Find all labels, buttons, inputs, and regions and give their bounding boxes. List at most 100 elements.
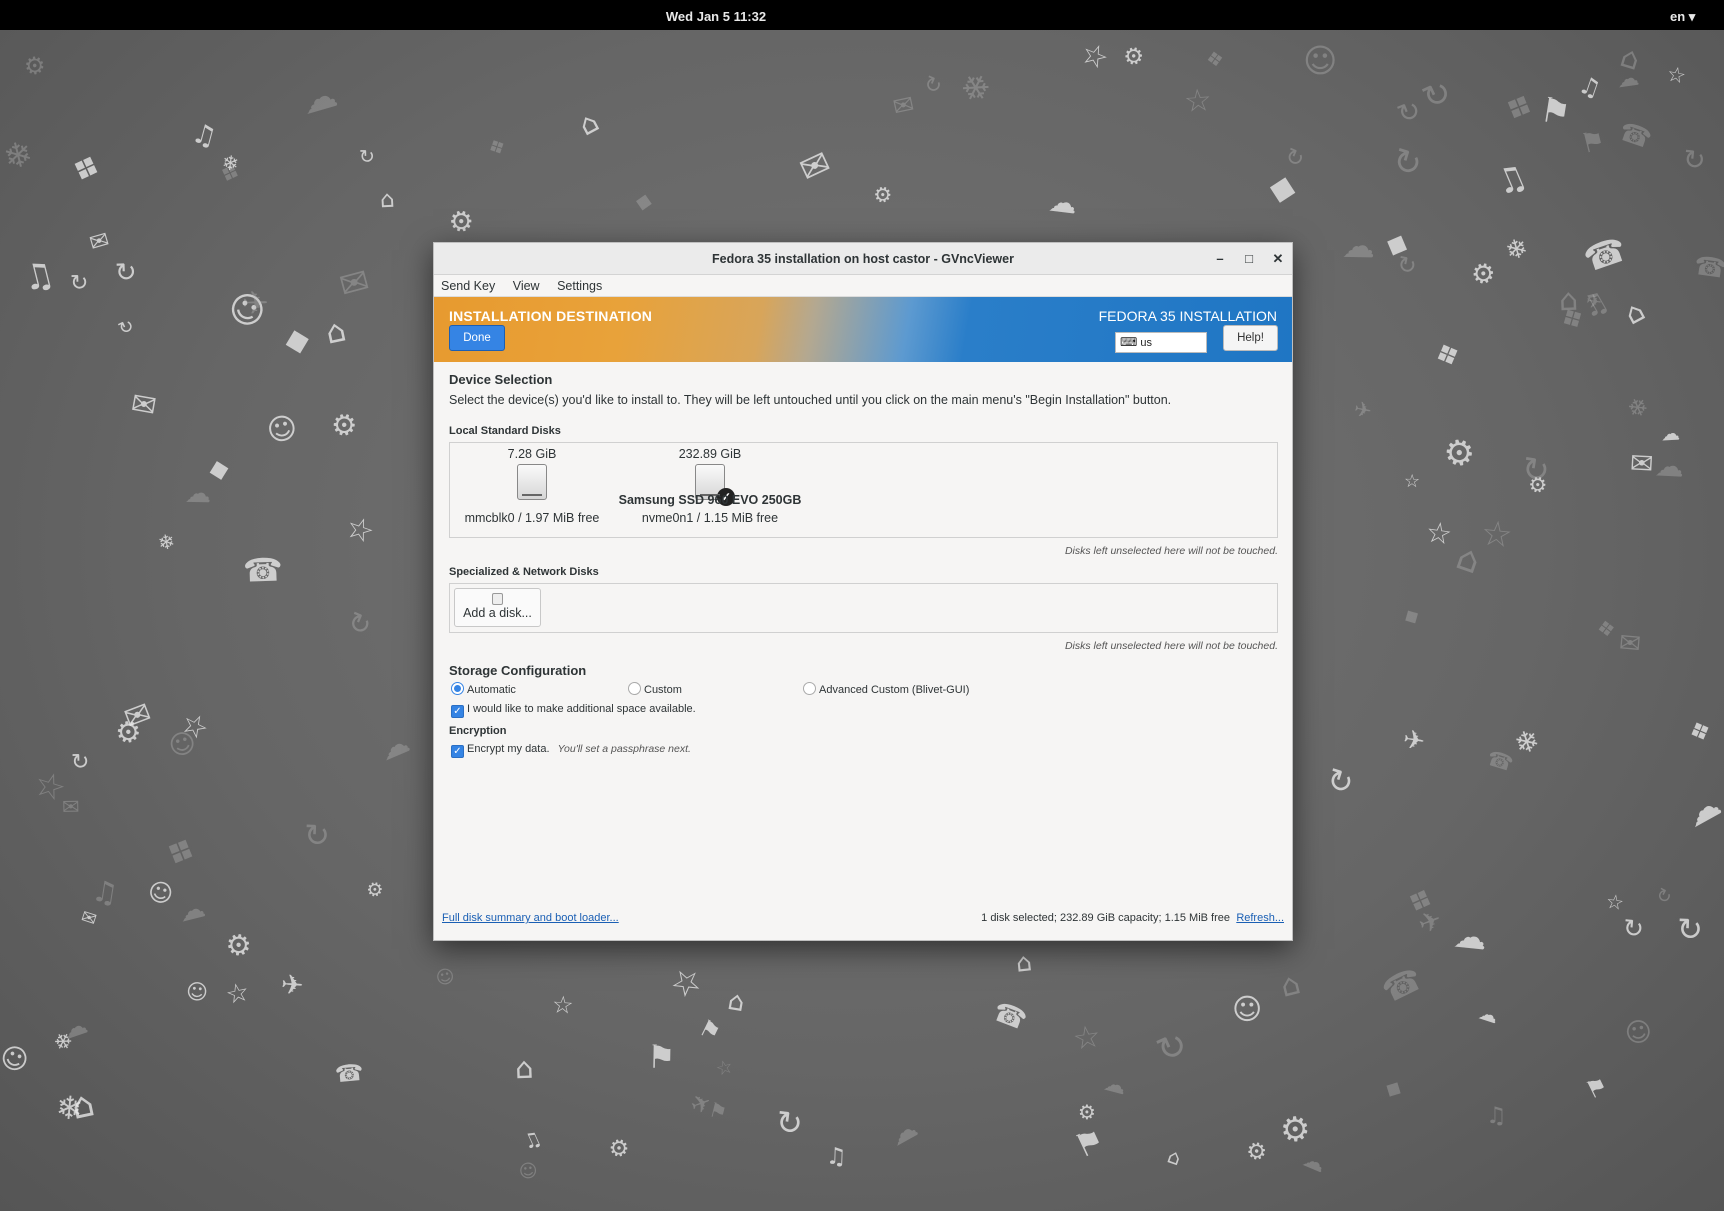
wallpaper-pattern-icon: ⚙ — [1242, 1135, 1272, 1169]
checkbox-label: I would like to make additional space av… — [467, 703, 696, 715]
wallpaper-pattern-icon: ⌂ — [1451, 537, 1486, 583]
wallpaper-pattern-icon: ⌂ — [725, 985, 747, 1019]
wallpaper-pattern-icon: ↻ — [69, 270, 89, 297]
wallpaper-pattern-icon: ☁ — [1476, 1001, 1502, 1029]
refresh-link[interactable]: Refresh... — [1236, 912, 1284, 924]
clock[interactable]: Wed Jan 5 11:32 — [0, 9, 1432, 24]
menu-settings[interactable]: Settings — [557, 279, 602, 293]
keyboard-layout-indicator[interactable]: ⌨ us — [1115, 332, 1207, 353]
wallpaper-pattern-icon: ♫ — [89, 873, 121, 911]
wallpaper-pattern-icon: ↻ — [342, 605, 376, 644]
add-disk-button[interactable]: Add a disk... — [454, 588, 541, 627]
wallpaper-pattern-icon: ↻ — [358, 145, 376, 169]
device-selection-description: Select the device(s) you'd like to insta… — [449, 393, 1172, 407]
wallpaper-pattern-icon: ✈ — [1414, 903, 1447, 942]
wallpaper-pattern-icon: ⚙ — [219, 923, 259, 967]
header-banner: INSTALLATION DESTINATION Done FEDORA 35 … — [434, 297, 1292, 362]
wallpaper-pattern-icon: ☆ — [1075, 35, 1114, 78]
wallpaper-pattern-icon: ⚙ — [604, 1133, 633, 1165]
radio-automatic[interactable]: Automatic — [451, 682, 516, 696]
disk-mmcblk0[interactable]: 7.28 GiB mmcblk0 / 1.97 MiB free — [452, 447, 612, 525]
wallpaper-pattern-icon: ⌂ — [379, 186, 396, 214]
top-bar: Wed Jan 5 11:32 en ▾ — [0, 0, 1724, 30]
wallpaper-pattern-icon: ☁ — [1678, 784, 1724, 836]
wallpaper-pattern-icon: ⚙ — [22, 51, 47, 81]
wallpaper-pattern-icon: ☺ — [263, 409, 301, 449]
wallpaper-pattern-icon: ☎ — [1578, 229, 1632, 281]
checkbox-label: Encrypt my data. — [467, 743, 550, 755]
wallpaper-pattern-icon: ⚑ — [646, 1037, 677, 1077]
menu-view[interactable]: View — [513, 279, 540, 293]
wallpaper-pattern-icon: ⚙ — [1278, 1109, 1312, 1151]
encrypt-data-checkbox[interactable]: ✓ Encrypt my data. You'll set a passphras… — [451, 743, 691, 758]
radio-custom[interactable]: Custom — [628, 682, 682, 696]
wallpaper-pattern-icon: ☆ — [1604, 888, 1626, 916]
wallpaper-pattern-icon: ✉ — [128, 386, 160, 425]
reclaim-space-checkbox[interactable]: ✓ I would like to make additional space a… — [451, 703, 696, 718]
wallpaper-pattern-icon: ⌂ — [1616, 39, 1645, 77]
wallpaper-pattern-icon: ❖ — [65, 145, 107, 192]
wallpaper-pattern-icon: ☁ — [297, 74, 342, 124]
radio-unselected-icon — [628, 682, 641, 695]
disk-status: 1 disk selected; 232.89 GiB capacity; 1.… — [981, 912, 1230, 924]
wallpaper-pattern-icon: ✉ — [793, 142, 838, 192]
disk-size: 232.89 GiB — [678, 447, 742, 461]
maximize-button[interactable]: □ — [1239, 249, 1259, 269]
wallpaper-pattern-icon: ◆ — [280, 319, 313, 361]
radio-advanced-custom[interactable]: Advanced Custom (Blivet-GUI) — [803, 682, 969, 696]
wallpaper-pattern-icon: ✈ — [279, 969, 305, 1002]
local-disks-note: Disks left unselected here will not be t… — [1064, 545, 1278, 557]
wallpaper-pattern-icon: ❄ — [1510, 722, 1544, 762]
wallpaper-pattern-icon: ⚑ — [1068, 1119, 1111, 1167]
wallpaper-pattern-icon: ⚙ — [1468, 256, 1499, 293]
wallpaper-pattern-icon: ↻ — [773, 1102, 806, 1144]
wallpaper-pattern-icon: ♫ — [18, 253, 59, 301]
disk-nvme0n1[interactable]: 232.89 GiB ✓ Samsung SSD 960 EVO 250GB n… — [615, 447, 805, 525]
wallpaper-pattern-icon: ☺ — [1232, 992, 1263, 1026]
wallpaper-pattern-icon: ↻ — [1393, 93, 1426, 132]
wallpaper-pattern-icon: ↻ — [1387, 139, 1427, 187]
window-titlebar[interactable]: Fedora 35 installation on host castor - … — [434, 243, 1292, 275]
wallpaper-pattern-icon: ☁ — [1047, 184, 1079, 221]
wallpaper-pattern-icon: ✈ — [686, 1087, 716, 1121]
disk-size: 7.28 GiB — [507, 447, 557, 461]
storage-config-title: Storage Configuration — [449, 663, 587, 678]
radio-selected-icon — [451, 682, 464, 695]
done-button[interactable]: Done — [449, 325, 505, 351]
wallpaper-pattern-icon: ☺ — [1622, 1015, 1655, 1051]
language-indicator[interactable]: en ▾ — [1670, 9, 1695, 25]
full-disk-summary-link[interactable]: Full disk summary and boot loader... — [442, 912, 619, 924]
wallpaper-pattern-icon: ☁ — [1452, 915, 1489, 958]
wallpaper-pattern-icon: ♫ — [1575, 70, 1605, 104]
wallpaper-pattern-icon: ✉ — [1629, 446, 1655, 481]
menu-send-key[interactable]: Send Key — [441, 279, 495, 293]
minimize-button[interactable]: – — [1210, 249, 1230, 269]
wallpaper-pattern-icon: ☎ — [1375, 959, 1429, 1011]
wallpaper-pattern-icon: ⚙ — [444, 201, 479, 242]
wallpaper-pattern-icon: ↻ — [1652, 883, 1676, 910]
wallpaper-pattern-icon: ❄ — [220, 150, 241, 176]
wallpaper-pattern-icon: ☎ — [1692, 250, 1724, 286]
wallpaper-pattern-icon: ⚙ — [363, 877, 386, 903]
wallpaper-pattern-icon: ↻ — [1416, 70, 1458, 119]
wallpaper-pattern-icon: ✉ — [78, 906, 100, 931]
wallpaper-pattern-icon: ☁ — [1101, 1070, 1129, 1101]
wallpaper-pattern-icon: ↻ — [1150, 1023, 1194, 1073]
wallpaper-pattern-icon: ↻ — [1676, 911, 1704, 949]
help-button[interactable]: Help! — [1223, 325, 1278, 351]
wallpaper-pattern-icon: ⚙ — [109, 711, 148, 754]
wallpaper-pattern-icon: ❖ — [1595, 615, 1618, 643]
wallpaper-pattern-icon: ♫ — [188, 117, 220, 154]
wallpaper-pattern-icon: ☺ — [185, 979, 209, 1005]
wallpaper-pattern-icon: ⚙ — [869, 180, 896, 210]
window-title: Fedora 35 installation on host castor - … — [712, 252, 1014, 266]
keyboard-icon: ⌨ — [1120, 335, 1138, 349]
wallpaper-pattern-icon: ↻ — [920, 70, 946, 100]
wallpaper-pattern-icon: ↻ — [1322, 761, 1358, 804]
radio-label: Advanced Custom (Blivet-GUI) — [819, 684, 970, 696]
wallpaper-pattern-icon: ☎ — [333, 1059, 365, 1089]
wallpaper-pattern-icon: ❄ — [952, 64, 998, 114]
wallpaper-pattern-icon: ⚑ — [1577, 124, 1609, 161]
wallpaper-pattern-icon: ✉ — [61, 794, 80, 820]
close-button[interactable]: ✕ — [1268, 249, 1288, 269]
